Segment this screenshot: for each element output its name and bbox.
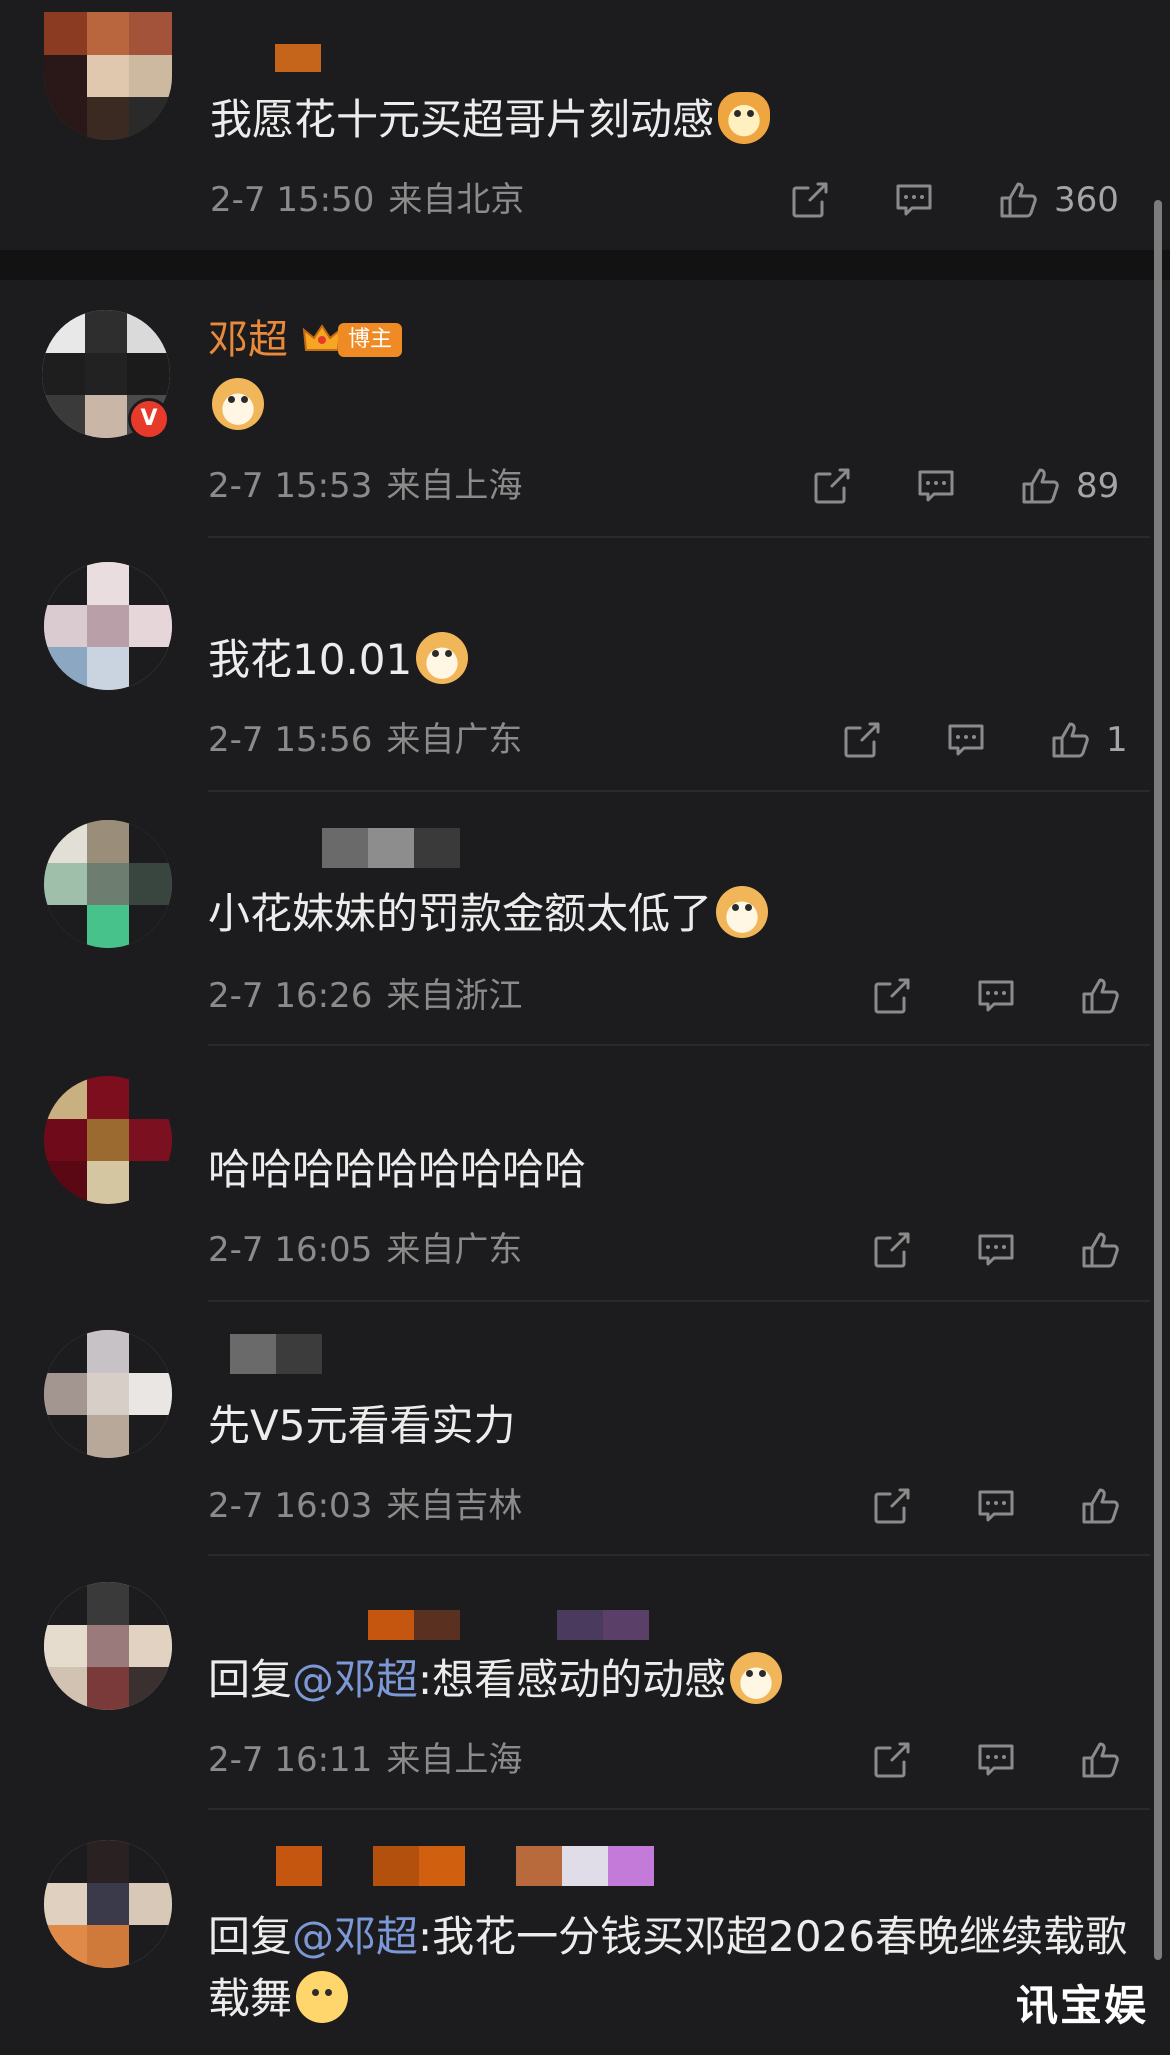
author-name[interactable]: 邓超 [208, 316, 288, 364]
comment-actions: 360 [788, 176, 1119, 224]
comment-text: 先V5元看看实力 [208, 1401, 516, 1450]
like-icon[interactable] [1078, 1484, 1122, 1528]
comment-location: 来自浙江 [386, 976, 523, 1016]
comment-date: 2-7 16:26 [208, 976, 373, 1016]
doge-emoji [730, 1652, 783, 1704]
comment-text: 我花10.01 [208, 632, 469, 688]
username-redacted[interactable] [276, 1846, 655, 1886]
mention-link[interactable]: @邓超 [292, 1655, 418, 1704]
share-icon[interactable] [870, 1484, 914, 1528]
avatar[interactable] [44, 562, 172, 690]
like-icon[interactable] [1048, 718, 1092, 762]
doge-emoji [212, 378, 264, 430]
doge-emoji [716, 886, 769, 938]
comment-date: 2-7 15:56 [208, 720, 373, 760]
comment-icon[interactable] [914, 464, 958, 508]
comment-meta: 2-7 16:11 来自上海 [208, 1738, 522, 1782]
comment-actions [870, 1736, 1122, 1784]
comment-location: 来自广东 [386, 1230, 523, 1270]
avatar[interactable] [44, 820, 172, 948]
reply-prefix: 回复 [208, 1912, 293, 1961]
blogger-badge: 博主 [302, 320, 403, 360]
comment-location: 来自北京 [388, 180, 525, 220]
comment-date: 2-7 16:11 [208, 1740, 373, 1780]
comment-date: 2-7 16:05 [208, 1230, 373, 1270]
comment-actions [870, 972, 1122, 1020]
avatar[interactable] [44, 1076, 172, 1204]
doge-emoji [416, 632, 469, 684]
comment-date: 2-7 16:03 [208, 1486, 373, 1526]
comment-meta: 2-7 15:56 来自广东 [208, 718, 522, 762]
crown-icon [302, 324, 342, 351]
comment-meta: 2-7 16:05 来自广东 [208, 1228, 522, 1272]
comment-text: 回复@邓超:想看感动的动感 [208, 1652, 783, 1708]
share-icon[interactable] [788, 178, 832, 222]
comment-location: 来自上海 [386, 1740, 523, 1780]
username-redacted[interactable] [275, 44, 321, 84]
username-redacted[interactable] [322, 828, 460, 868]
watermark: 讯宝娱 [1015, 1981, 1148, 2030]
like-count: 89 [1076, 466, 1120, 506]
comment-text: 回复@邓超:我花一分钱买邓超2026春晚继续载歌载舞 [208, 1912, 1128, 2023]
mention-link[interactable]: @邓超 [292, 1912, 418, 1961]
comment-meta: 2-7 16:03 来自吉林 [208, 1484, 522, 1528]
comment-meta: 2-7 16:26 来自浙江 [208, 974, 522, 1018]
share-icon[interactable] [870, 1738, 914, 1782]
section-gap [0, 250, 1170, 280]
comment-actions: 89 [810, 462, 1119, 510]
divider [208, 536, 1150, 538]
comment-location: 来自吉林 [386, 1486, 523, 1526]
reply-prefix: 回复 [208, 1655, 293, 1704]
username-redacted[interactable] [368, 1610, 650, 1650]
comment-icon[interactable] [974, 1484, 1018, 1528]
username-redacted[interactable] [230, 1334, 322, 1374]
avatar[interactable] [44, 12, 172, 140]
comment-actions [870, 1226, 1122, 1274]
comment-date: 2-7 15:53 [208, 466, 373, 506]
cat-emoji [718, 92, 771, 144]
share-icon[interactable] [870, 974, 914, 1018]
comment-icon[interactable] [974, 1738, 1018, 1782]
comment-location: 来自广东 [386, 720, 523, 760]
divider [208, 1044, 1150, 1046]
comment-text: 小花妹妹的罚款金额太低了 [208, 886, 769, 942]
comment-icon[interactable] [974, 1228, 1018, 1272]
comment-actions: 1 [840, 716, 1128, 764]
divider [208, 1554, 1150, 1556]
like-icon[interactable] [1018, 464, 1062, 508]
like-icon[interactable] [1078, 1228, 1122, 1272]
comment-icon[interactable] [974, 974, 1018, 1018]
comment-icon[interactable] [944, 718, 988, 762]
divider [208, 1300, 1150, 1302]
avatar[interactable] [44, 1330, 172, 1458]
comment-actions [870, 1482, 1122, 1530]
divider [208, 790, 1150, 792]
like-icon[interactable] [996, 178, 1040, 222]
comment-meta: 2-7 15:53 来自上海 [208, 464, 522, 508]
share-icon[interactable] [810, 464, 854, 508]
like-icon[interactable] [1078, 1738, 1122, 1782]
verified-badge: V [128, 398, 170, 440]
comment-icon[interactable] [892, 178, 936, 222]
comment-date: 2-7 15:50 [210, 180, 375, 220]
avatar[interactable] [44, 1582, 172, 1710]
like-count: 360 [1054, 180, 1119, 220]
divider [208, 1808, 1150, 1810]
comment-text: 我愿花十元买超哥片刻动感 [210, 92, 771, 148]
share-icon[interactable] [870, 1228, 914, 1272]
tongue-emoji [296, 1971, 349, 2023]
comment-location: 来自上海 [386, 466, 523, 506]
scrollbar[interactable] [1154, 200, 1162, 1960]
like-icon[interactable] [1078, 974, 1122, 1018]
like-count: 1 [1106, 720, 1128, 760]
comment-meta: 2-7 15:50 来自北京 [210, 178, 524, 222]
comment-text [208, 378, 264, 434]
comment-text: 哈哈哈哈哈哈哈哈哈 [208, 1145, 587, 1194]
share-icon[interactable] [840, 718, 884, 762]
avatar[interactable] [44, 1840, 172, 1968]
